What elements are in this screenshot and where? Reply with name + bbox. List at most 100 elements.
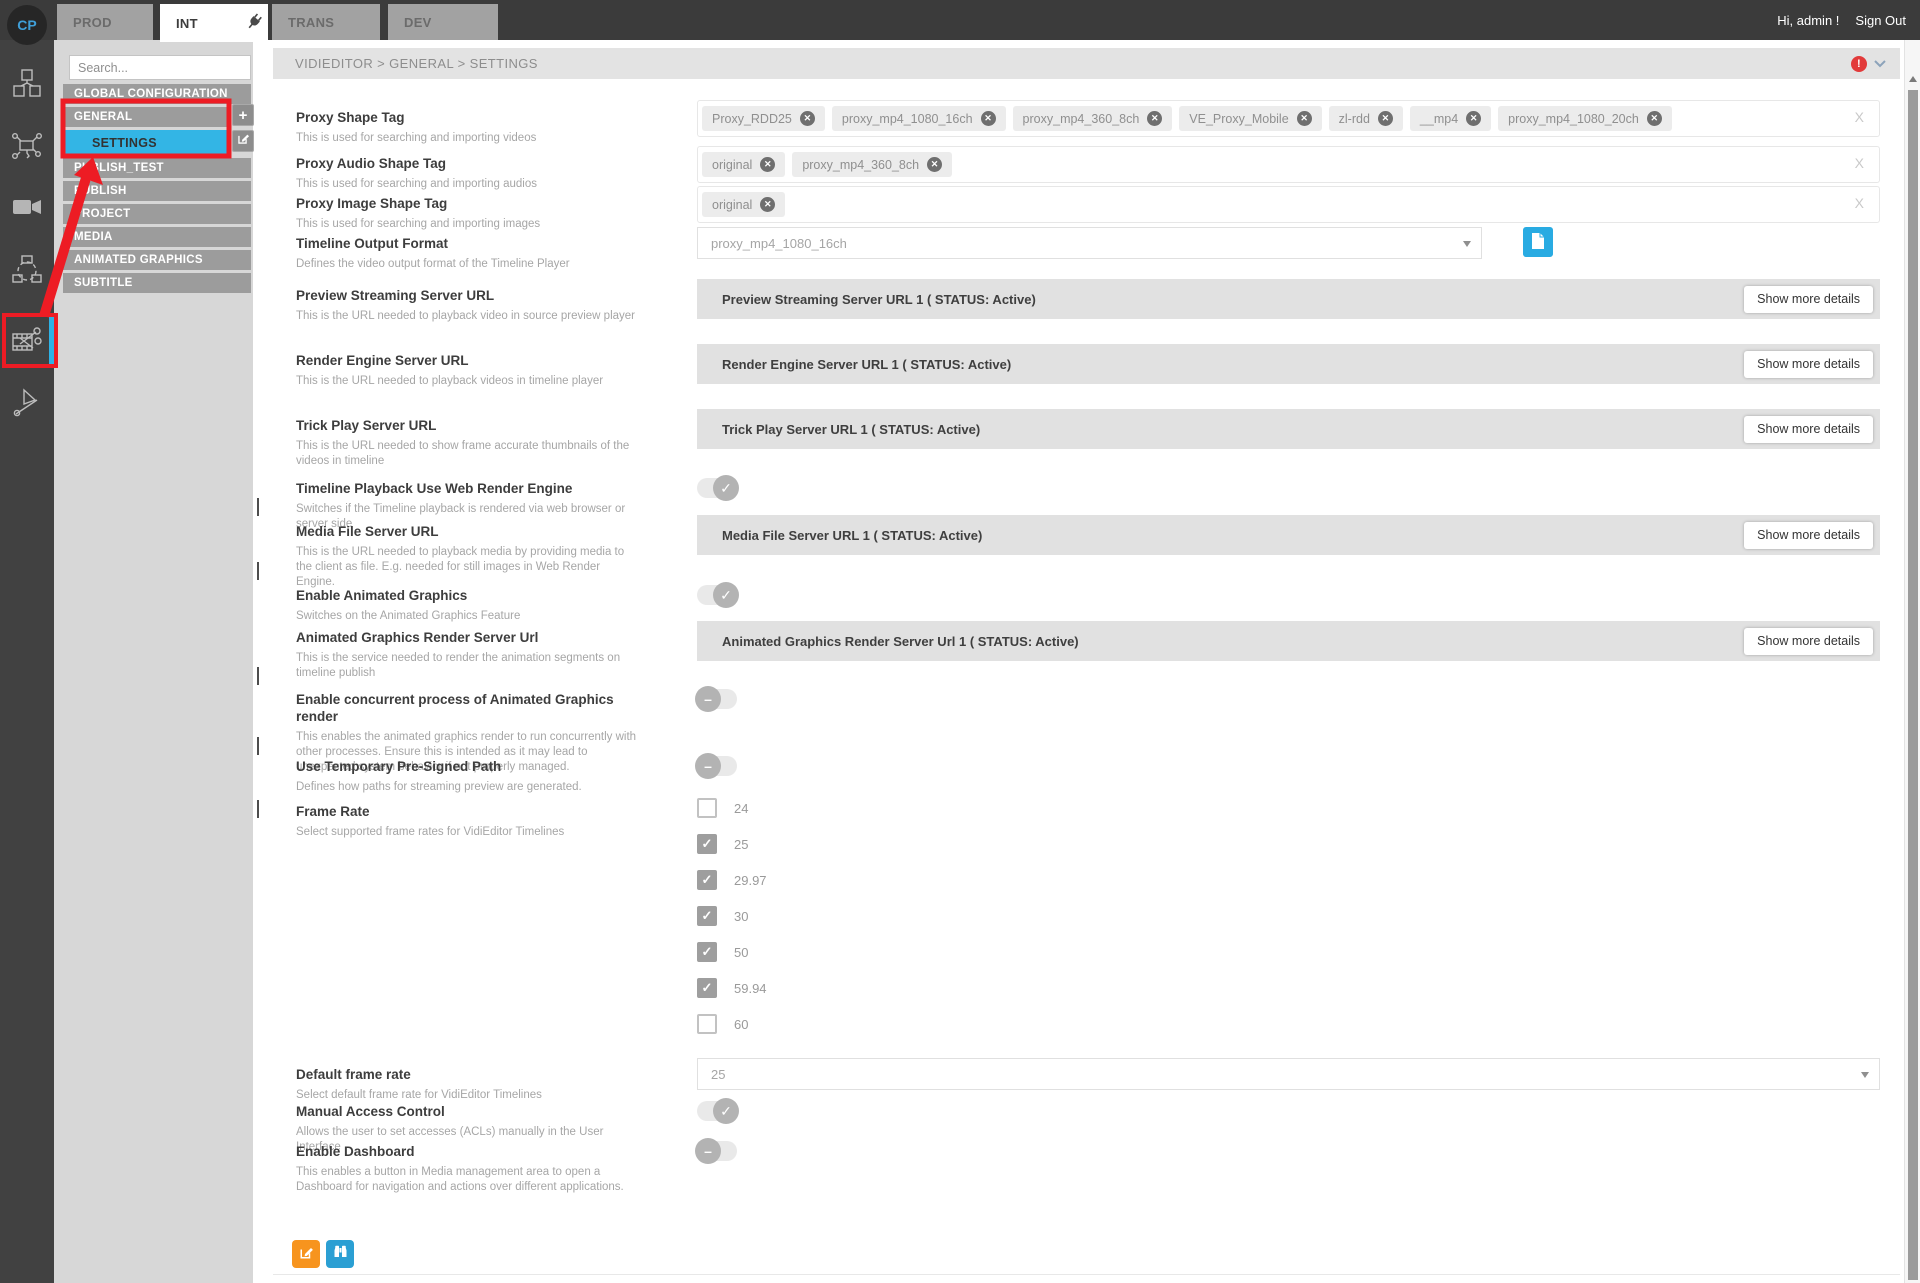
scrollbar[interactable] [1904, 40, 1920, 1283]
sidebar-item-media[interactable]: MEDIA [63, 227, 251, 247]
avatar[interactable]: CP [7, 5, 47, 45]
checkbox-29-97[interactable] [697, 870, 717, 890]
pencil-square-icon [299, 1245, 314, 1263]
remove-tag-icon[interactable]: ✕ [927, 157, 942, 172]
tab-prod-label: PROD [73, 15, 112, 30]
field-label: Proxy Image Shape Tag [296, 195, 642, 212]
sidebar-item-settings[interactable]: SETTINGS [63, 130, 228, 155]
default-frame-rate-select[interactable]: 25 [697, 1058, 1880, 1090]
remove-tag-icon[interactable]: ✕ [760, 157, 775, 172]
sidebar: GLOBAL CONFIGURATION GENERAL SETTINGS PU… [54, 40, 253, 1283]
checkbox-59-94[interactable] [697, 978, 717, 998]
show-more-details-button[interactable]: Show more details [1744, 286, 1873, 313]
binoculars-icon [333, 1245, 348, 1263]
scroll-up-icon[interactable] [1909, 76, 1917, 82]
sidebar-item-subtitle[interactable]: SUBTITLE [63, 273, 251, 293]
proxy-image-shape-tag-input[interactable]: original✕ X [697, 186, 1880, 223]
enable-dashboard-toggle[interactable] [697, 1141, 737, 1161]
tag-chip: VE_Proxy_Mobile✕ [1179, 106, 1321, 131]
sidebar-item-general[interactable]: GENERAL [63, 107, 228, 127]
server-status-title: Trick Play Server URL 1 ( STATUS: Active… [722, 422, 1744, 437]
field-label: Animated Graphics Render Server Url [296, 629, 642, 646]
remove-tag-icon[interactable]: ✕ [760, 197, 775, 212]
presigned-path-toggle[interactable] [697, 756, 737, 776]
remove-tag-icon[interactable]: ✕ [1647, 111, 1662, 126]
timeline-playback-toggle[interactable] [697, 478, 737, 498]
tab-prod[interactable]: PROD [57, 4, 153, 40]
sidebar-item-publish-test[interactable]: PUBLISH_TEST [63, 158, 251, 178]
search-input[interactable] [69, 55, 251, 80]
tag-label: original [712, 158, 752, 172]
sidebar-item-publish[interactable]: PUBLISH [63, 181, 251, 201]
browse-format-button[interactable] [1523, 227, 1553, 257]
tag-label: zl-rdd [1339, 112, 1370, 126]
field-default-frame-rate: Default frame rate Select default frame … [296, 1058, 1880, 1103]
toggle-knob [695, 753, 721, 779]
camera-icon[interactable] [10, 190, 44, 224]
concurrent-render-toggle[interactable] [697, 689, 737, 709]
search-settings-button[interactable] [326, 1240, 354, 1268]
field-description: This is the URL needed to playback video… [296, 374, 642, 389]
checkbox-label: 30 [734, 909, 748, 924]
timeline-output-format-select[interactable]: proxy_mp4_1080_16ch [697, 227, 1482, 259]
remove-tag-icon[interactable]: ✕ [800, 111, 815, 126]
manual-access-control-toggle[interactable] [697, 1101, 737, 1121]
field-description: Select supported frame rates for VidiEdi… [296, 825, 642, 840]
field-description: This is the service needed to render the… [296, 651, 642, 681]
toggle-knob [713, 1098, 739, 1124]
edit-settings-button[interactable] [292, 1240, 320, 1268]
tab-dev-label: DEV [404, 15, 432, 30]
sidebar-item-project[interactable]: PROJECT [63, 204, 251, 224]
checkbox-50[interactable] [697, 942, 717, 962]
workflow-icon[interactable] [10, 253, 44, 287]
server-status-bar: Trick Play Server URL 1 ( STATUS: Active… [697, 409, 1880, 449]
tab-int[interactable]: INT [160, 4, 268, 42]
publish-icon[interactable] [10, 386, 44, 420]
checkbox-label: 24 [734, 801, 748, 816]
remove-tag-icon[interactable]: ✕ [1378, 111, 1393, 126]
add-section-button[interactable]: + [232, 104, 254, 126]
sidebar-item-global-configuration[interactable]: GLOBAL CONFIGURATION [63, 84, 251, 104]
clear-all-icon[interactable]: X [1855, 195, 1864, 211]
show-more-details-button[interactable]: Show more details [1744, 522, 1873, 549]
sign-out-link[interactable]: Sign Out [1855, 13, 1906, 28]
proxy-audio-shape-tag-input[interactable]: original ✕ proxy_mp4_360_8ch✕ X [697, 146, 1880, 183]
tag-chip: proxy_mp4_360_8ch✕ [792, 152, 952, 177]
checkbox-label: 50 [734, 945, 748, 960]
checkbox-30[interactable] [697, 906, 717, 926]
frame-rate-option: 60 [697, 1014, 1880, 1034]
server-status-title: Render Engine Server URL 1 ( STATUS: Act… [722, 357, 1744, 372]
checkbox-25[interactable] [697, 834, 717, 854]
edit-section-button[interactable] [232, 130, 254, 152]
modules-icon[interactable] [10, 66, 44, 100]
proxy-shape-tag-input[interactable]: Proxy_RDD25✕ proxy_mp4_1080_16ch✕ proxy_… [697, 100, 1880, 137]
sidebar-item-animated-graphics[interactable]: ANIMATED GRAPHICS [63, 250, 251, 270]
show-more-details-button[interactable]: Show more details [1744, 416, 1873, 443]
field-label: Manual Access Control [296, 1103, 642, 1120]
automation-icon[interactable] [10, 130, 44, 164]
chevron-down-icon[interactable] [1874, 56, 1886, 71]
clear-all-icon[interactable]: X [1855, 109, 1864, 125]
remove-tag-icon[interactable]: ✕ [1466, 111, 1481, 126]
field-description: Defines the video output format of the T… [296, 257, 642, 272]
remove-tag-icon[interactable]: ✕ [1297, 111, 1312, 126]
tab-trans[interactable]: TRANS [272, 4, 380, 40]
scrollbar-thumb[interactable] [1908, 90, 1918, 1280]
server-status-title: Preview Streaming Server URL 1 ( STATUS:… [722, 292, 1744, 307]
enable-animated-graphics-toggle[interactable] [697, 585, 737, 605]
tab-dev[interactable]: DEV [388, 4, 498, 40]
field-use-temporary-presigned-path: Use Temporary Pre-Signed Path Defines ho… [296, 754, 1880, 795]
tag-chip: proxy_mp4_1080_20ch✕ [1498, 106, 1672, 131]
field-label: Enable Animated Graphics [296, 587, 642, 604]
checkbox-60[interactable] [697, 1014, 717, 1034]
remove-tag-icon[interactable]: ✕ [1147, 111, 1162, 126]
error-icon[interactable]: ! [1851, 56, 1867, 72]
toggle-knob [695, 1138, 721, 1164]
show-more-details-button[interactable]: Show more details [1744, 628, 1873, 655]
checkbox-24[interactable] [697, 798, 717, 818]
clear-all-icon[interactable]: X [1855, 155, 1864, 171]
field-label: Timeline Playback Use Web Render Engine [296, 480, 642, 497]
show-more-details-button[interactable]: Show more details [1744, 351, 1873, 378]
remove-tag-icon[interactable]: ✕ [981, 111, 996, 126]
video-editor-icon[interactable] [10, 324, 44, 358]
